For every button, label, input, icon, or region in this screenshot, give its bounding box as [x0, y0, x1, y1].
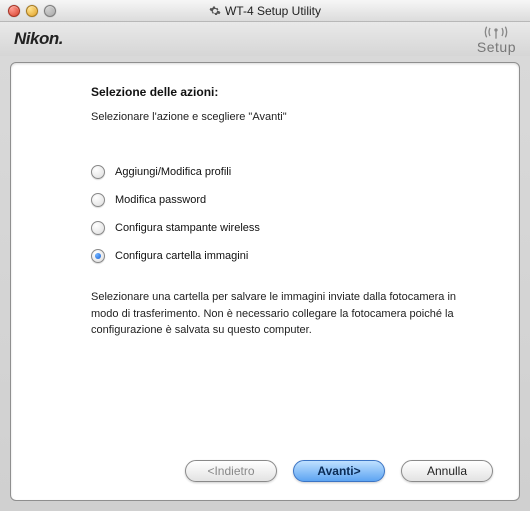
zoom-icon[interactable]: [44, 5, 56, 17]
brand-logo: Nikon.: [14, 29, 63, 49]
page-heading: Selezione delle azioni:: [91, 85, 493, 99]
window-titlebar: WT-4 Setup Utility: [0, 0, 530, 22]
button-row: <Indietro Avanti> Annulla: [91, 448, 493, 482]
action-options: Aggiungi/Modifica profili Modifica passw…: [91, 165, 493, 263]
option-label: Configura stampante wireless: [115, 222, 260, 234]
gear-icon: [209, 5, 221, 17]
brand-bar: Nikon. Setup: [0, 22, 530, 56]
option-label: Aggiungi/Modifica profili: [115, 166, 231, 178]
option-label: Configura cartella immagini: [115, 250, 248, 262]
close-icon[interactable]: [8, 5, 20, 17]
minimize-icon[interactable]: [26, 5, 38, 17]
radio-icon: [91, 221, 105, 235]
option-configure-image-folder[interactable]: Configura cartella immagini: [91, 249, 493, 263]
radio-icon: [91, 249, 105, 263]
option-description: Selezionare una cartella per salvare le …: [91, 289, 471, 339]
setup-logo: Setup: [477, 24, 516, 54]
radio-icon: [91, 193, 105, 207]
panel-container: Selezione delle azioni: Selezionare l'az…: [0, 56, 530, 511]
radio-icon: [91, 165, 105, 179]
option-add-edit-profiles[interactable]: Aggiungi/Modifica profili: [91, 165, 493, 179]
antenna-icon: [482, 24, 510, 40]
main-panel: Selezione delle azioni: Selezionare l'az…: [10, 62, 520, 501]
option-change-password[interactable]: Modifica password: [91, 193, 493, 207]
option-configure-wireless-printer[interactable]: Configura stampante wireless: [91, 221, 493, 235]
page-instruction: Selezionare l'azione e scegliere "Avanti…: [91, 111, 493, 123]
window-title-text: WT-4 Setup Utility: [225, 4, 321, 18]
setup-label: Setup: [477, 40, 516, 54]
option-label: Modifica password: [115, 194, 206, 206]
window-controls: [0, 5, 56, 17]
next-button[interactable]: Avanti>: [293, 460, 385, 482]
back-button[interactable]: <Indietro: [185, 460, 277, 482]
cancel-button[interactable]: Annulla: [401, 460, 493, 482]
window-title: WT-4 Setup Utility: [0, 4, 530, 18]
